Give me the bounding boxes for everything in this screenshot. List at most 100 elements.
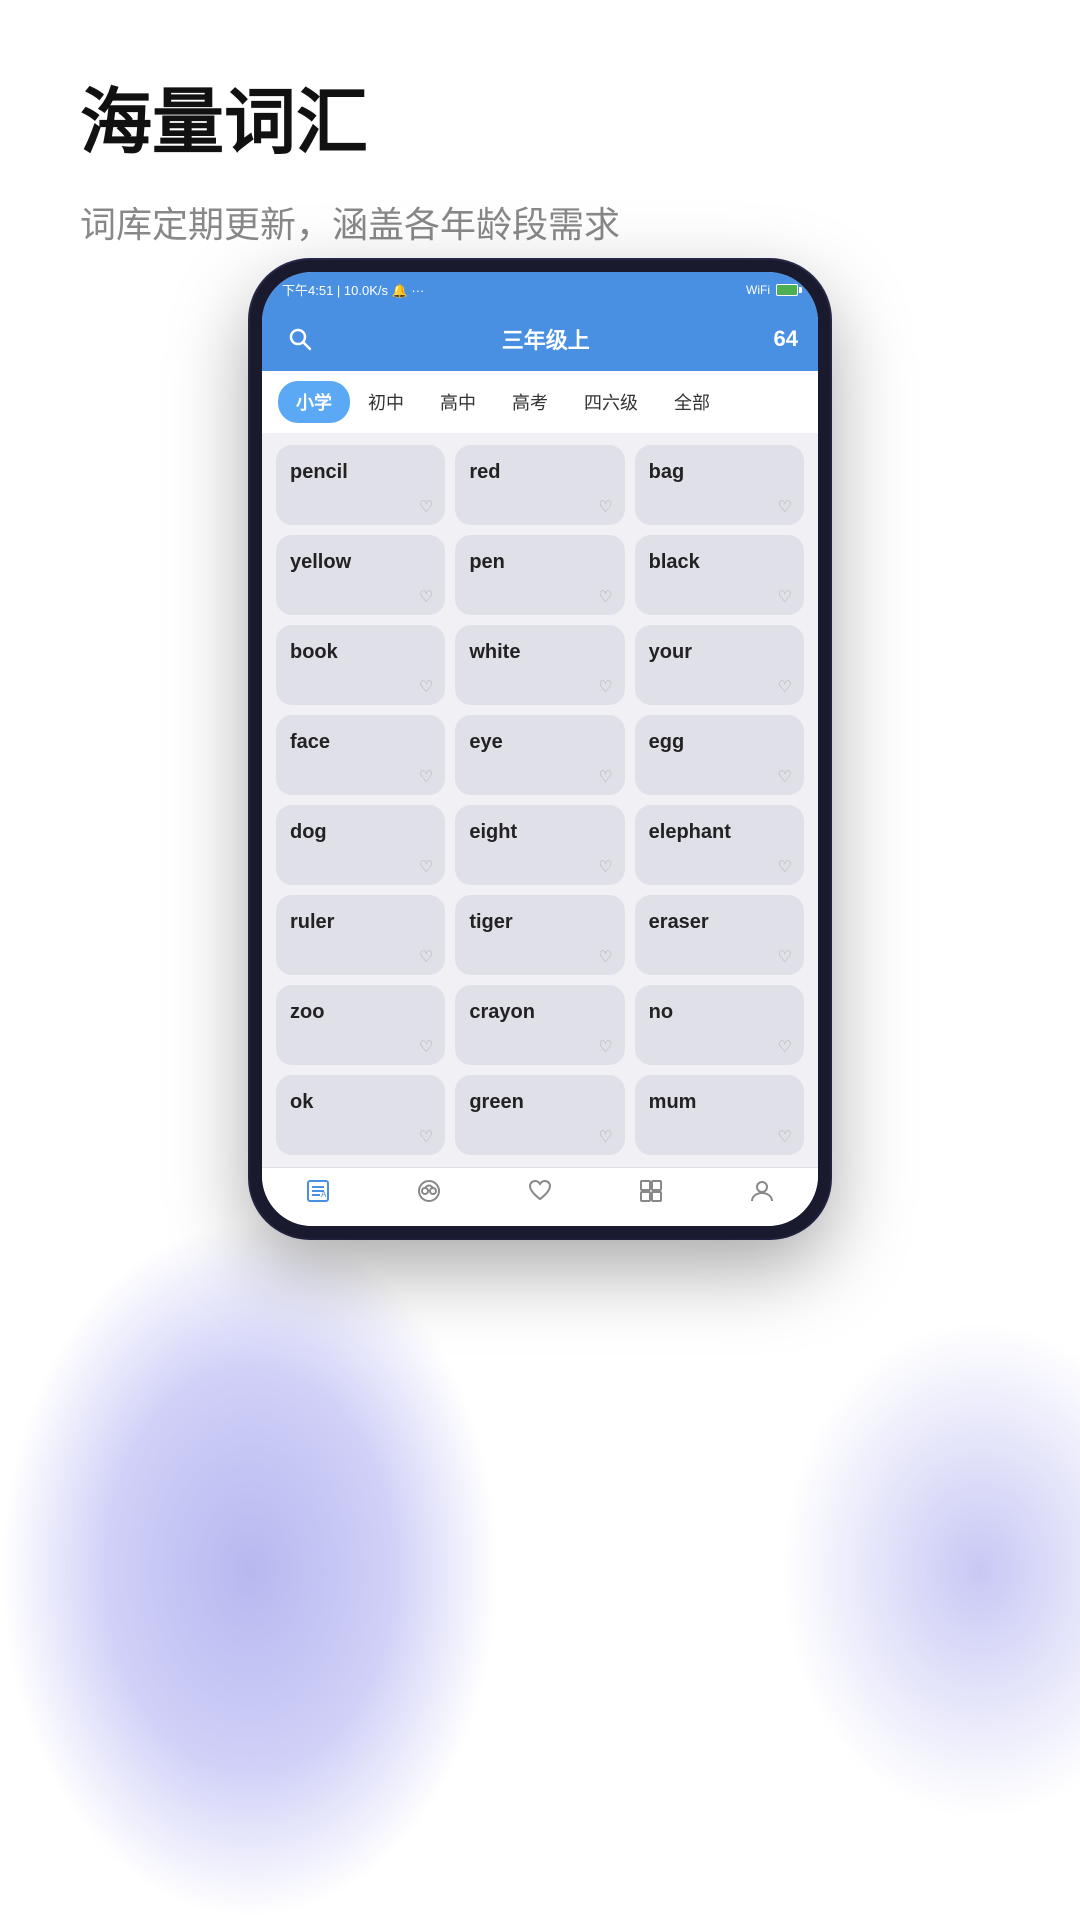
favorite-icon[interactable]: ♡ [778, 767, 792, 787]
status-time: 下午4:51 | 10.0K/s 🔔 ··· [282, 280, 424, 299]
favorite-icon[interactable]: ♡ [778, 857, 792, 877]
word-card[interactable]: eight ♡ [455, 805, 624, 885]
favorite-icon[interactable]: ♡ [778, 497, 792, 517]
word-card[interactable]: black ♡ [635, 535, 804, 615]
tab-quanbu[interactable]: 全部 [656, 381, 728, 423]
word-card[interactable]: book♡ [276, 625, 445, 705]
favorite-icon[interactable]: ♡ [598, 767, 612, 787]
tab-gaokao[interactable]: 高考 [494, 381, 566, 423]
word-card[interactable]: pen ♡ [455, 535, 624, 615]
word-card[interactable]: dog ♡ [276, 805, 445, 885]
word-text: eight [469, 821, 517, 844]
nav-vocab[interactable]: A [305, 1178, 331, 1212]
word-text: zoo [290, 1001, 324, 1024]
word-text: your [649, 641, 692, 664]
phone-screen: 下午4:51 | 10.0K/s 🔔 ··· WiFi 三年级上 64 [262, 272, 818, 1226]
favorite-icon[interactable]: ♡ [778, 1037, 792, 1057]
word-text: black [649, 551, 700, 574]
word-card[interactable]: no ♡ [635, 985, 804, 1065]
favorite-icon[interactable]: ♡ [419, 587, 433, 607]
word-card[interactable]: green ♡ [455, 1075, 624, 1155]
favorite-icon[interactable]: ♡ [419, 1127, 433, 1147]
battery-icon [776, 284, 798, 296]
favorite-icon[interactable]: ♡ [598, 947, 612, 967]
favorite-icon[interactable]: ♡ [778, 1127, 792, 1147]
word-text: pen [469, 551, 505, 574]
word-text: pencil [290, 461, 348, 484]
word-card[interactable]: eye ♡ [455, 715, 624, 795]
tab-xiaoxue[interactable]: 小学 [278, 381, 350, 423]
word-grid: pencil♡red♡bag♡yellow♡pen♡black♡book♡whi… [262, 433, 818, 1167]
word-card[interactable]: tiger ♡ [455, 895, 624, 975]
search-button[interactable] [282, 321, 318, 357]
favorite-icon[interactable]: ♡ [598, 1037, 612, 1057]
favorite-icon[interactable]: ♡ [419, 857, 433, 877]
tab-chuzhong[interactable]: 初中 [350, 381, 422, 423]
nav-favorite[interactable] [527, 1178, 553, 1212]
word-card[interactable]: elephant ♡ [635, 805, 804, 885]
word-text: ok [290, 1091, 313, 1114]
nav-profile[interactable] [749, 1178, 775, 1212]
word-text: red [469, 461, 500, 484]
word-text: face [290, 731, 330, 754]
phone-wrapper: 下午4:51 | 10.0K/s 🔔 ··· WiFi 三年级上 64 [250, 260, 830, 1238]
page-subtitle: 词库定期更新，涵盖各年龄段需求 [80, 196, 1000, 248]
word-text: mum [649, 1091, 697, 1114]
favorite-icon[interactable]: ♡ [778, 947, 792, 967]
favorite-icon[interactable]: ♡ [419, 497, 433, 517]
word-card[interactable]: eraser ♡ [635, 895, 804, 975]
category-tabs: 小学 初中 高中 高考 四六级 全部 [262, 371, 818, 433]
favorite-icon[interactable]: ♡ [598, 677, 612, 697]
word-text: green [469, 1091, 523, 1114]
favorite-icon[interactable]: ♡ [598, 857, 612, 877]
favorite-icon[interactable]: ♡ [419, 677, 433, 697]
favorite-icon[interactable]: ♡ [778, 677, 792, 697]
word-card[interactable]: crayon♡ [455, 985, 624, 1065]
heart-nav-icon [527, 1178, 553, 1210]
tab-gaozhong[interactable]: 高中 [422, 381, 494, 423]
word-card[interactable]: red ♡ [455, 445, 624, 525]
word-text: elephant [649, 821, 731, 844]
page-header: 海量词汇 词库定期更新，涵盖各年龄段需求 [0, 0, 1080, 248]
word-card[interactable]: egg ♡ [635, 715, 804, 795]
app-header-title: 三年级上 [502, 323, 590, 355]
wifi-icon: WiFi [746, 283, 770, 297]
word-card[interactable]: yellow ♡ [276, 535, 445, 615]
word-text: ruler [290, 911, 334, 934]
favorite-icon[interactable]: ♡ [598, 587, 612, 607]
word-text: tiger [469, 911, 512, 934]
favorite-icon[interactable]: ♡ [598, 497, 612, 517]
word-card[interactable]: your ♡ [635, 625, 804, 705]
word-text: dog [290, 821, 327, 844]
learn-icon [416, 1178, 442, 1210]
expand-icon [638, 1178, 664, 1210]
app-header-count: 64 [774, 326, 798, 352]
word-text: yellow [290, 551, 351, 574]
tab-sijiliuji[interactable]: 四六级 [566, 381, 656, 423]
favorite-icon[interactable]: ♡ [598, 1127, 612, 1147]
favorite-icon[interactable]: ♡ [778, 587, 792, 607]
word-text: eye [469, 731, 502, 754]
word-text: egg [649, 731, 685, 754]
word-card[interactable]: ruler ♡ [276, 895, 445, 975]
favorite-icon[interactable]: ♡ [419, 767, 433, 787]
word-card[interactable]: bag♡ [635, 445, 804, 525]
page-title: 海量词汇 [80, 80, 1000, 166]
word-card[interactable]: zoo ♡ [276, 985, 445, 1065]
bg-blob-left [0, 1220, 500, 1920]
favorite-icon[interactable]: ♡ [419, 947, 433, 967]
word-card[interactable]: pencil ♡ [276, 445, 445, 525]
nav-learn[interactable] [416, 1178, 442, 1212]
bottom-nav: A [262, 1167, 818, 1226]
word-card[interactable]: ok ♡ [276, 1075, 445, 1155]
word-text: eraser [649, 911, 709, 934]
word-card[interactable]: white♡ [455, 625, 624, 705]
word-text: no [649, 1001, 673, 1024]
status-icons: WiFi [746, 283, 798, 297]
status-bar: 下午4:51 | 10.0K/s 🔔 ··· WiFi [262, 272, 818, 307]
nav-expand[interactable] [638, 1178, 664, 1212]
favorite-icon[interactable]: ♡ [419, 1037, 433, 1057]
word-card[interactable]: mum ♡ [635, 1075, 804, 1155]
word-card[interactable]: face ♡ [276, 715, 445, 795]
profile-icon [749, 1178, 775, 1210]
